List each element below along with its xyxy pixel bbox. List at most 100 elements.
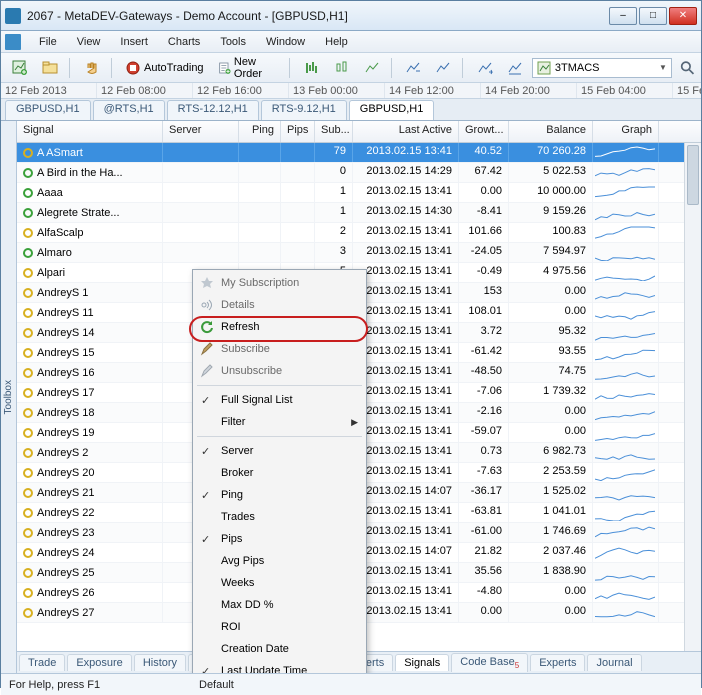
ctx-label: Details	[221, 299, 255, 311]
ctx-col-broker[interactable]: Broker	[195, 462, 364, 484]
zoom-in-button[interactable]	[400, 57, 426, 79]
maximize-button[interactable]: □	[639, 7, 667, 25]
ctx-filter[interactable]: Filter▶	[195, 411, 364, 433]
col-ping[interactable]: Ping	[239, 121, 281, 142]
ctx-unsubscribe[interactable]: Unsubscribe	[195, 360, 364, 382]
ctx-col-max-dd[interactable]: Max DD %	[195, 594, 364, 616]
autotrading-button[interactable]: AutoTrading	[120, 57, 209, 79]
statusbar: For Help, press F1 Default	[1, 673, 701, 695]
table-row[interactable]: A Bird in the Ha...02013.02.15 14:2967.4…	[17, 163, 701, 183]
close-button[interactable]: ✕	[669, 7, 697, 25]
cell-sub: 1	[315, 183, 353, 202]
menu-help[interactable]: Help	[315, 34, 358, 50]
cell-sub: 1	[315, 203, 353, 222]
bottom-tab-experts[interactable]: Experts	[530, 654, 585, 671]
col-signal[interactable]: Signal	[17, 121, 163, 142]
menu-file[interactable]: File	[29, 34, 67, 50]
bottom-tab-exposure[interactable]: Exposure	[67, 654, 131, 671]
chart-line-button[interactable]	[359, 57, 385, 79]
search-button[interactable]	[680, 59, 695, 77]
toolbox-side-tab[interactable]: Toolbox	[1, 121, 17, 673]
ctx-col-creation[interactable]: Creation Date	[195, 638, 364, 660]
table-row[interactable]: AlfaScalp22013.02.15 13:41101.66100.83	[17, 223, 701, 243]
ctx-details[interactable]: Details	[195, 294, 364, 316]
autoscroll-button[interactable]	[502, 57, 528, 79]
cell-balance: 2 037.46	[509, 543, 593, 562]
cell-balance: 0.00	[509, 283, 593, 302]
table-row[interactable]: Aaaa12013.02.15 13:410.0010 000.00	[17, 183, 701, 203]
profiles-button[interactable]	[37, 57, 63, 79]
col-active[interactable]: Last Active	[353, 121, 459, 142]
symbol-tab[interactable]: GBPUSD,H1	[5, 100, 91, 120]
toolbox-side-label: Toolbox	[3, 380, 14, 414]
ctx-label: Broker	[221, 467, 253, 479]
ctx-col-pips[interactable]: ✓Pips	[195, 528, 364, 550]
signal-name: AndreyS 23	[37, 527, 94, 539]
ctx-label: Avg Pips	[221, 555, 264, 567]
symbol-tab[interactable]: @RTS,H1	[93, 100, 165, 120]
cell-server	[163, 223, 239, 242]
ctx-my-subscription[interactable]: My Subscription	[195, 272, 364, 294]
cell-graph	[593, 563, 659, 582]
col-balance[interactable]: Balance	[509, 121, 593, 142]
col-sub[interactable]: Sub...	[315, 121, 353, 142]
cell-pips	[281, 203, 315, 222]
ctx-col-ping[interactable]: ✓Ping	[195, 484, 364, 506]
table-row[interactable]: A ASmart792013.02.15 13:4140.5270 260.28	[17, 143, 701, 163]
col-growth[interactable]: Growt...	[459, 121, 509, 142]
col-graph[interactable]: Graph	[593, 121, 659, 142]
symbol-tab[interactable]: RTS-9.12,H1	[261, 100, 347, 120]
bottom-tab-signals[interactable]: Signals	[395, 654, 449, 671]
cell-active: 2013.02.15 14:29	[353, 163, 459, 182]
ruler-tick: 14 Feb 12:00	[385, 83, 481, 98]
ctx-refresh[interactable]: Refresh	[195, 316, 364, 338]
time-ruler: 12 Feb 2013 12 Feb 08:00 12 Feb 16:00 13…	[1, 83, 701, 99]
cell-active: 2013.02.15 13:41	[353, 583, 459, 602]
ctx-label: Weeks	[221, 577, 254, 589]
ctx-col-roi[interactable]: ROI	[195, 616, 364, 638]
chart-shift-button[interactable]	[472, 57, 498, 79]
ctx-subscribe[interactable]: Subscribe	[195, 338, 364, 360]
indicator-dropdown[interactable]: 3TMACS ▼	[532, 58, 672, 78]
scrollbar-thumb[interactable]	[687, 145, 699, 205]
vertical-scrollbar[interactable]	[684, 143, 701, 673]
toolbar: AutoTrading New Order 3TMACS ▼	[1, 53, 701, 83]
bottom-tab-code-base[interactable]: Code Base5	[451, 653, 528, 672]
cell-balance: 1 525.02	[509, 483, 593, 502]
ctx-col-server[interactable]: ✓Server	[195, 440, 364, 462]
ctx-col-weeks[interactable]: Weeks	[195, 572, 364, 594]
symbol-tab[interactable]: RTS-12.12,H1	[167, 100, 259, 120]
symbol-tab[interactable]: GBPUSD,H1	[349, 100, 435, 120]
ctx-full-signal-list[interactable]: ✓Full Signal List	[195, 389, 364, 411]
menu-tools[interactable]: Tools	[210, 34, 256, 50]
hand-tool-button[interactable]	[79, 57, 105, 79]
cell-signal: Alegrete Strate...	[17, 203, 163, 222]
new-order-button[interactable]: New Order	[213, 53, 284, 83]
ctx-col-avg-pips[interactable]: Avg Pips	[195, 550, 364, 572]
menu-window[interactable]: Window	[256, 34, 315, 50]
minimize-button[interactable]: –	[609, 7, 637, 25]
signal-status-icon	[23, 168, 33, 178]
bottom-tab-trade[interactable]: Trade	[19, 654, 65, 671]
cell-growth: -7.06	[459, 383, 509, 402]
chart-candle-button[interactable]	[329, 57, 355, 79]
cell-pips	[281, 223, 315, 242]
menu-insert[interactable]: Insert	[110, 34, 158, 50]
zoom-out-button[interactable]	[430, 57, 456, 79]
col-pips[interactable]: Pips	[281, 121, 315, 142]
ctx-label: Trades	[221, 511, 255, 523]
cell-active: 2013.02.15 13:41	[353, 523, 459, 542]
col-server[interactable]: Server	[163, 121, 239, 142]
bottom-tab-history[interactable]: History	[134, 654, 186, 671]
menu-charts[interactable]: Charts	[158, 34, 210, 50]
ctx-col-trades[interactable]: Trades	[195, 506, 364, 528]
cell-ping	[239, 203, 281, 222]
table-row[interactable]: Almaro32013.02.15 13:41-24.057 594.97	[17, 243, 701, 263]
ctx-col-last-update[interactable]: ✓Last Update Time	[195, 660, 364, 673]
chart-bar-button[interactable]	[299, 57, 325, 79]
menu-view[interactable]: View	[67, 34, 111, 50]
new-chart-button[interactable]	[7, 57, 33, 79]
table-row[interactable]: Alegrete Strate...12013.02.15 14:30-8.41…	[17, 203, 701, 223]
bottom-tab-journal[interactable]: Journal	[587, 654, 641, 671]
signal-name: AndreyS 24	[37, 547, 94, 559]
